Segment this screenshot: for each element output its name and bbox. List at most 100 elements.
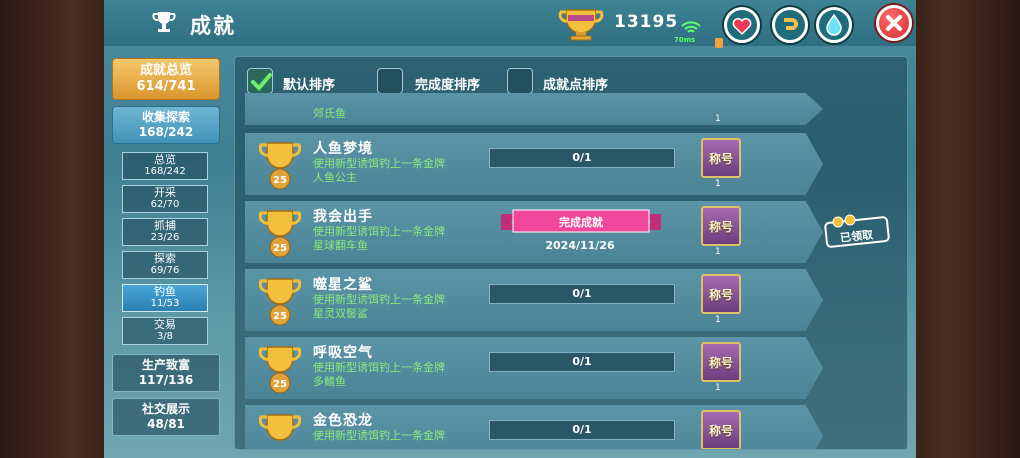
- title-reward-badge[interactable]: 称号: [701, 410, 741, 449]
- sub-tab-label: 开采: [154, 186, 176, 199]
- sub-tab-value: 23/26: [150, 232, 180, 243]
- hook-button[interactable]: [772, 7, 808, 43]
- title-reward-badge[interactable]: 称号: [701, 138, 741, 178]
- ping-readout: 70ms: [674, 36, 696, 44]
- sort-default-checkbox[interactable]: [247, 68, 273, 94]
- tab-production[interactable]: 生产致富 117/136: [112, 354, 220, 392]
- row-desc-line: 使用新型诱饵钓上一条金牌: [313, 225, 445, 238]
- stamina-marker: [715, 38, 723, 48]
- progress-bar: 0/1: [489, 148, 675, 168]
- wifi-icon: [681, 21, 701, 33]
- sort-points-checkbox[interactable]: [507, 68, 533, 94]
- category-sidebar: 成就总览 614/741 收集探索 168/242 总览 168/242 开采 …: [112, 58, 222, 448]
- checkmark-icon: [251, 73, 272, 91]
- list-item[interactable]: 25 呼吸空气 使用新型诱饵钓上一条金牌 多鳍鱼 0/1 称号 1: [245, 337, 823, 399]
- close-button[interactable]: [876, 5, 912, 41]
- badge-label: 称号: [708, 287, 733, 302]
- list-item[interactable]: 郊氏鱼 1: [245, 93, 823, 125]
- row-desc: 使用新型诱饵钓上一条金牌 人鱼公主: [313, 157, 493, 185]
- badge-label: 称号: [708, 151, 733, 166]
- badge-label: 称号: [708, 219, 733, 234]
- sort-completion-checkbox[interactable]: [377, 68, 403, 94]
- sub-tab-value: 62/70: [150, 199, 180, 210]
- tab-social-label: 社交展示: [141, 402, 190, 416]
- sub-tab-label: 交易: [154, 318, 176, 331]
- list-item[interactable]: 25 人鱼梦境 使用新型诱饵钓上一条金牌 人鱼公主 0/1 称号 1: [245, 133, 823, 195]
- row-desc-line: 人鱼公主: [313, 171, 357, 184]
- sub-tab-value: 3/8: [156, 331, 174, 342]
- sub-tab-value: 11/53: [150, 298, 180, 309]
- tab-collect[interactable]: 收集探索 168/242: [112, 106, 220, 144]
- trophy-points: 25: [273, 311, 287, 322]
- tab-social[interactable]: 社交展示 48/81: [112, 398, 220, 436]
- row-name: 呼吸空气: [313, 345, 373, 361]
- list-item[interactable]: 25 噬星之鲨 使用新型诱饵钓上一条金牌 星灵双髻鲨 0/1 称号 1: [245, 269, 823, 331]
- right-backdrop: [916, 0, 1020, 458]
- trophy-icon: 25: [259, 210, 301, 258]
- sub-tab-mining[interactable]: 开采 62/70: [122, 185, 208, 213]
- sort-default-label[interactable]: 默认排序: [283, 74, 335, 93]
- row-desc-line: 使用新型诱饵钓上一条金牌: [313, 157, 445, 170]
- row-desc-line: 多鳍鱼: [313, 375, 346, 388]
- sub-tab-explore[interactable]: 探索 69/76: [122, 251, 208, 279]
- badge-count: 1: [715, 247, 721, 257]
- trophy-icon: 25: [259, 142, 301, 190]
- row-name: 噬星之鲨: [313, 277, 373, 293]
- heart-button[interactable]: [724, 7, 760, 43]
- row-desc: 使用新型诱饵钓上一条金牌: [313, 429, 445, 442]
- title-reward-badge[interactable]: 称号: [701, 342, 741, 382]
- trophy-icon: [152, 12, 176, 32]
- tab-collect-value: 168/242: [138, 125, 194, 139]
- drop-icon: [826, 13, 842, 36]
- tab-production-value: 117/136: [138, 373, 194, 387]
- tab-overview-value: 614/741: [136, 79, 196, 94]
- trophy-icon: [259, 414, 301, 441]
- trophy-icon: 25: [259, 346, 301, 394]
- row-desc: 使用新型诱饵钓上一条金牌 星灵双髻鲨: [313, 293, 493, 321]
- badge-count: 1: [715, 179, 721, 189]
- trophy-points: 25: [273, 175, 287, 186]
- sub-tab-trade[interactable]: 交易 3/8: [122, 317, 208, 345]
- badge-count: 1: [715, 315, 721, 325]
- claimed-label: 已领取: [839, 228, 874, 245]
- achievement-list: 默认排序 完成度排序 成就点排序 郊氏鱼 1 25 人鱼梦境 使用新型诱饵钓上一…: [234, 56, 908, 450]
- page-title: 成就: [190, 14, 236, 38]
- achievement-score: 13195: [614, 12, 679, 32]
- sub-tab-value: 69/76: [150, 265, 180, 276]
- row-desc-line: 星球翻车鱼: [313, 239, 368, 252]
- sub-tab-fishing[interactable]: 钓鱼 11/53: [122, 284, 208, 312]
- sub-tab-label: 探索: [154, 252, 176, 265]
- tab-overview-label: 成就总览: [139, 63, 192, 78]
- sub-tab-value: 168/242: [144, 166, 186, 177]
- sub-tab-catching[interactable]: 抓捕 23/26: [122, 218, 208, 246]
- row-name: 人鱼梦境: [313, 141, 373, 157]
- hook-icon: [784, 18, 798, 30]
- tab-overview[interactable]: 成就总览 614/741: [112, 58, 220, 100]
- row-desc: 郊氏鱼: [313, 107, 346, 120]
- trophy-points: 25: [273, 379, 287, 390]
- list-item[interactable]: 金色恐龙 使用新型诱饵钓上一条金牌 0/1 称号: [245, 405, 823, 449]
- badge-label: 称号: [708, 355, 733, 370]
- badge-count: 1: [715, 114, 721, 124]
- sub-tab-label: 抓捕: [154, 219, 176, 232]
- tab-social-value: 48/81: [147, 417, 185, 431]
- water-button[interactable]: [816, 7, 852, 43]
- row-name: 金色恐龙: [313, 413, 373, 429]
- progress-bar: 0/1: [489, 352, 675, 372]
- title-reward-badge[interactable]: 称号: [701, 274, 741, 314]
- row-desc-line: 使用新型诱饵钓上一条金牌: [313, 293, 445, 306]
- list-item[interactable]: 25 我会出手 使用新型诱饵钓上一条金牌 星球翻车鱼 完成成就 2024/11/2…: [245, 201, 823, 263]
- sort-points-label[interactable]: 成就点排序: [543, 74, 608, 93]
- close-icon: [886, 15, 902, 31]
- row-desc: 使用新型诱饵钓上一条金牌 多鳍鱼: [313, 361, 493, 389]
- row-desc-line: 星灵双髻鲨: [313, 307, 368, 320]
- row-name: 我会出手: [313, 209, 373, 225]
- completed-date: 2024/11/26: [545, 239, 615, 252]
- sub-tab-overview[interactable]: 总览 168/242: [122, 152, 208, 180]
- trophy-icon: 25: [259, 278, 301, 326]
- tab-production-label: 生产致富: [141, 358, 190, 372]
- badge-label: 称号: [708, 423, 733, 438]
- sort-completion-label[interactable]: 完成度排序: [415, 74, 480, 93]
- progress-bar: 0/1: [489, 284, 675, 304]
- title-reward-badge[interactable]: 称号: [701, 206, 741, 246]
